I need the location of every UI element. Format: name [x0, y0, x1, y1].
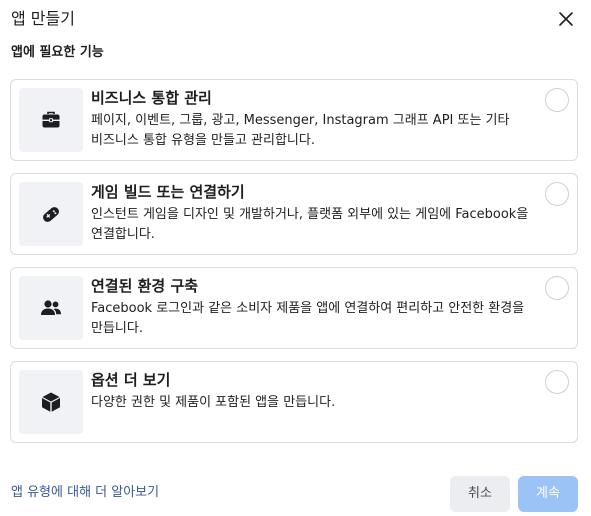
option-radio[interactable] [545, 276, 569, 300]
dialog-title: 앱 만들기 [11, 9, 75, 28]
close-icon[interactable] [558, 11, 574, 27]
option-card-connected[interactable]: 연결된 환경 구축 Facebook 로그인과 같은 소비자 제품을 앱에 연결… [10, 267, 578, 349]
dialog-header: 앱 만들기 [11, 8, 580, 32]
option-title: 게임 빌드 또는 연결하기 [91, 183, 245, 201]
option-card-more[interactable]: 옵션 더 보기 다양한 권한 및 제품이 포함된 앱을 만듭니다. [10, 361, 578, 443]
create-app-dialog: 앱 만들기 앱에 필요한 기능 비즈니스 통합 관리 페이지, 이벤트, 그룹,… [0, 0, 591, 516]
option-description: 인스턴트 게임을 디자인 및 개발하거나, 플랫폼 외부에 있는 게임에 Fac… [91, 207, 529, 242]
option-radio[interactable] [545, 88, 569, 112]
option-title: 옵션 더 보기 [91, 371, 171, 389]
option-description: 다양한 권한 및 제품이 포함된 앱을 만듭니다. [91, 395, 336, 410]
learn-more-link[interactable]: 앱 유형에 대해 더 알아보기 [11, 484, 159, 502]
cube-icon [19, 370, 83, 434]
briefcase-icon [19, 88, 83, 152]
option-title: 비즈니스 통합 관리 [91, 89, 212, 107]
option-description: 페이지, 이벤트, 그룹, 광고, Messenger, Instagram 그… [91, 113, 510, 148]
option-description: Facebook 로그인과 같은 소비자 제품을 앱에 연결하여 편리하고 안전… [91, 301, 525, 336]
option-card-business[interactable]: 비즈니스 통합 관리 페이지, 이벤트, 그룹, 광고, Messenger, … [10, 79, 578, 161]
people-icon [19, 276, 83, 340]
continue-button[interactable]: 계속 [518, 476, 578, 512]
option-radio[interactable] [545, 182, 569, 206]
section-heading: 앱에 필요한 기능 [11, 45, 104, 60]
cancel-button[interactable]: 취소 [450, 476, 510, 512]
gamepad-icon [19, 182, 83, 246]
option-radio[interactable] [545, 370, 569, 394]
option-title: 연결된 환경 구축 [91, 277, 199, 295]
option-card-games[interactable]: 게임 빌드 또는 연결하기 인스턴트 게임을 디자인 및 개발하거나, 플랫폼 … [10, 173, 578, 255]
